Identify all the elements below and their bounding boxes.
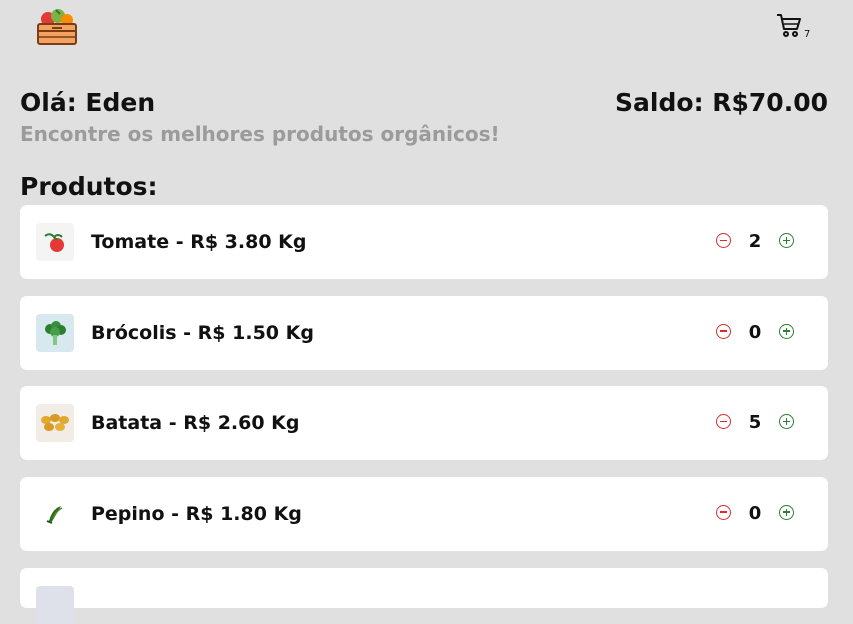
broccoli-icon <box>36 313 74 352</box>
product-label: Batata - R$ 2.60 Kg <box>91 412 300 434</box>
cucumber-icon <box>36 494 74 533</box>
balance-text: Saldo: R$70.00 <box>615 88 828 117</box>
potato-icon <box>36 404 74 442</box>
quantity-value: 2 <box>748 231 762 252</box>
increase-quantity-button[interactable] <box>779 414 794 429</box>
decrease-quantity-button[interactable] <box>716 504 731 520</box>
product-card-tomate: Tomate - R$ 3.80 Kg 2 <box>20 205 828 279</box>
product-thumbnail <box>36 586 74 624</box>
decrease-quantity-button[interactable] <box>716 233 731 248</box>
decrease-quantity-button[interactable] <box>716 323 731 339</box>
increase-quantity-button[interactable] <box>779 323 794 339</box>
products-section-title: Produtos: <box>20 172 158 201</box>
decrease-quantity-button[interactable] <box>716 414 731 429</box>
app-header: 7 <box>0 0 853 60</box>
vegetable-crate-logo[interactable] <box>36 8 78 46</box>
quantity-value: 0 <box>748 321 762 343</box>
product-card-batata: Batata - R$ 2.60 Kg 5 <box>20 386 828 460</box>
shopping-cart-icon[interactable] <box>776 12 802 38</box>
tomato-icon <box>36 223 74 261</box>
subtitle-text: Encontre os melhores produtos orgânicos! <box>20 122 500 146</box>
quantity-value: 0 <box>748 502 762 524</box>
product-card-brocolis: Brócolis - R$ 1.50 Kg 0 <box>20 295 828 370</box>
quantity-value: 5 <box>748 412 762 433</box>
product-label: Brócolis - R$ 1.50 Kg <box>91 321 314 344</box>
product-card-partial <box>20 568 828 624</box>
product-label: Tomate - R$ 3.80 Kg <box>91 231 307 253</box>
greeting-text: Olá: Eden <box>20 88 156 117</box>
product-label: Pepino - R$ 1.80 Kg <box>91 502 302 525</box>
increase-quantity-button[interactable] <box>779 504 794 520</box>
cart-count-badge: 7 <box>804 29 811 40</box>
product-list: Tomate - R$ 3.80 Kg 2 Brócolis - R$ 1.50… <box>20 205 828 567</box>
product-card-pepino: Pepino - R$ 1.80 Kg 0 <box>20 476 828 551</box>
increase-quantity-button[interactable] <box>779 233 794 248</box>
